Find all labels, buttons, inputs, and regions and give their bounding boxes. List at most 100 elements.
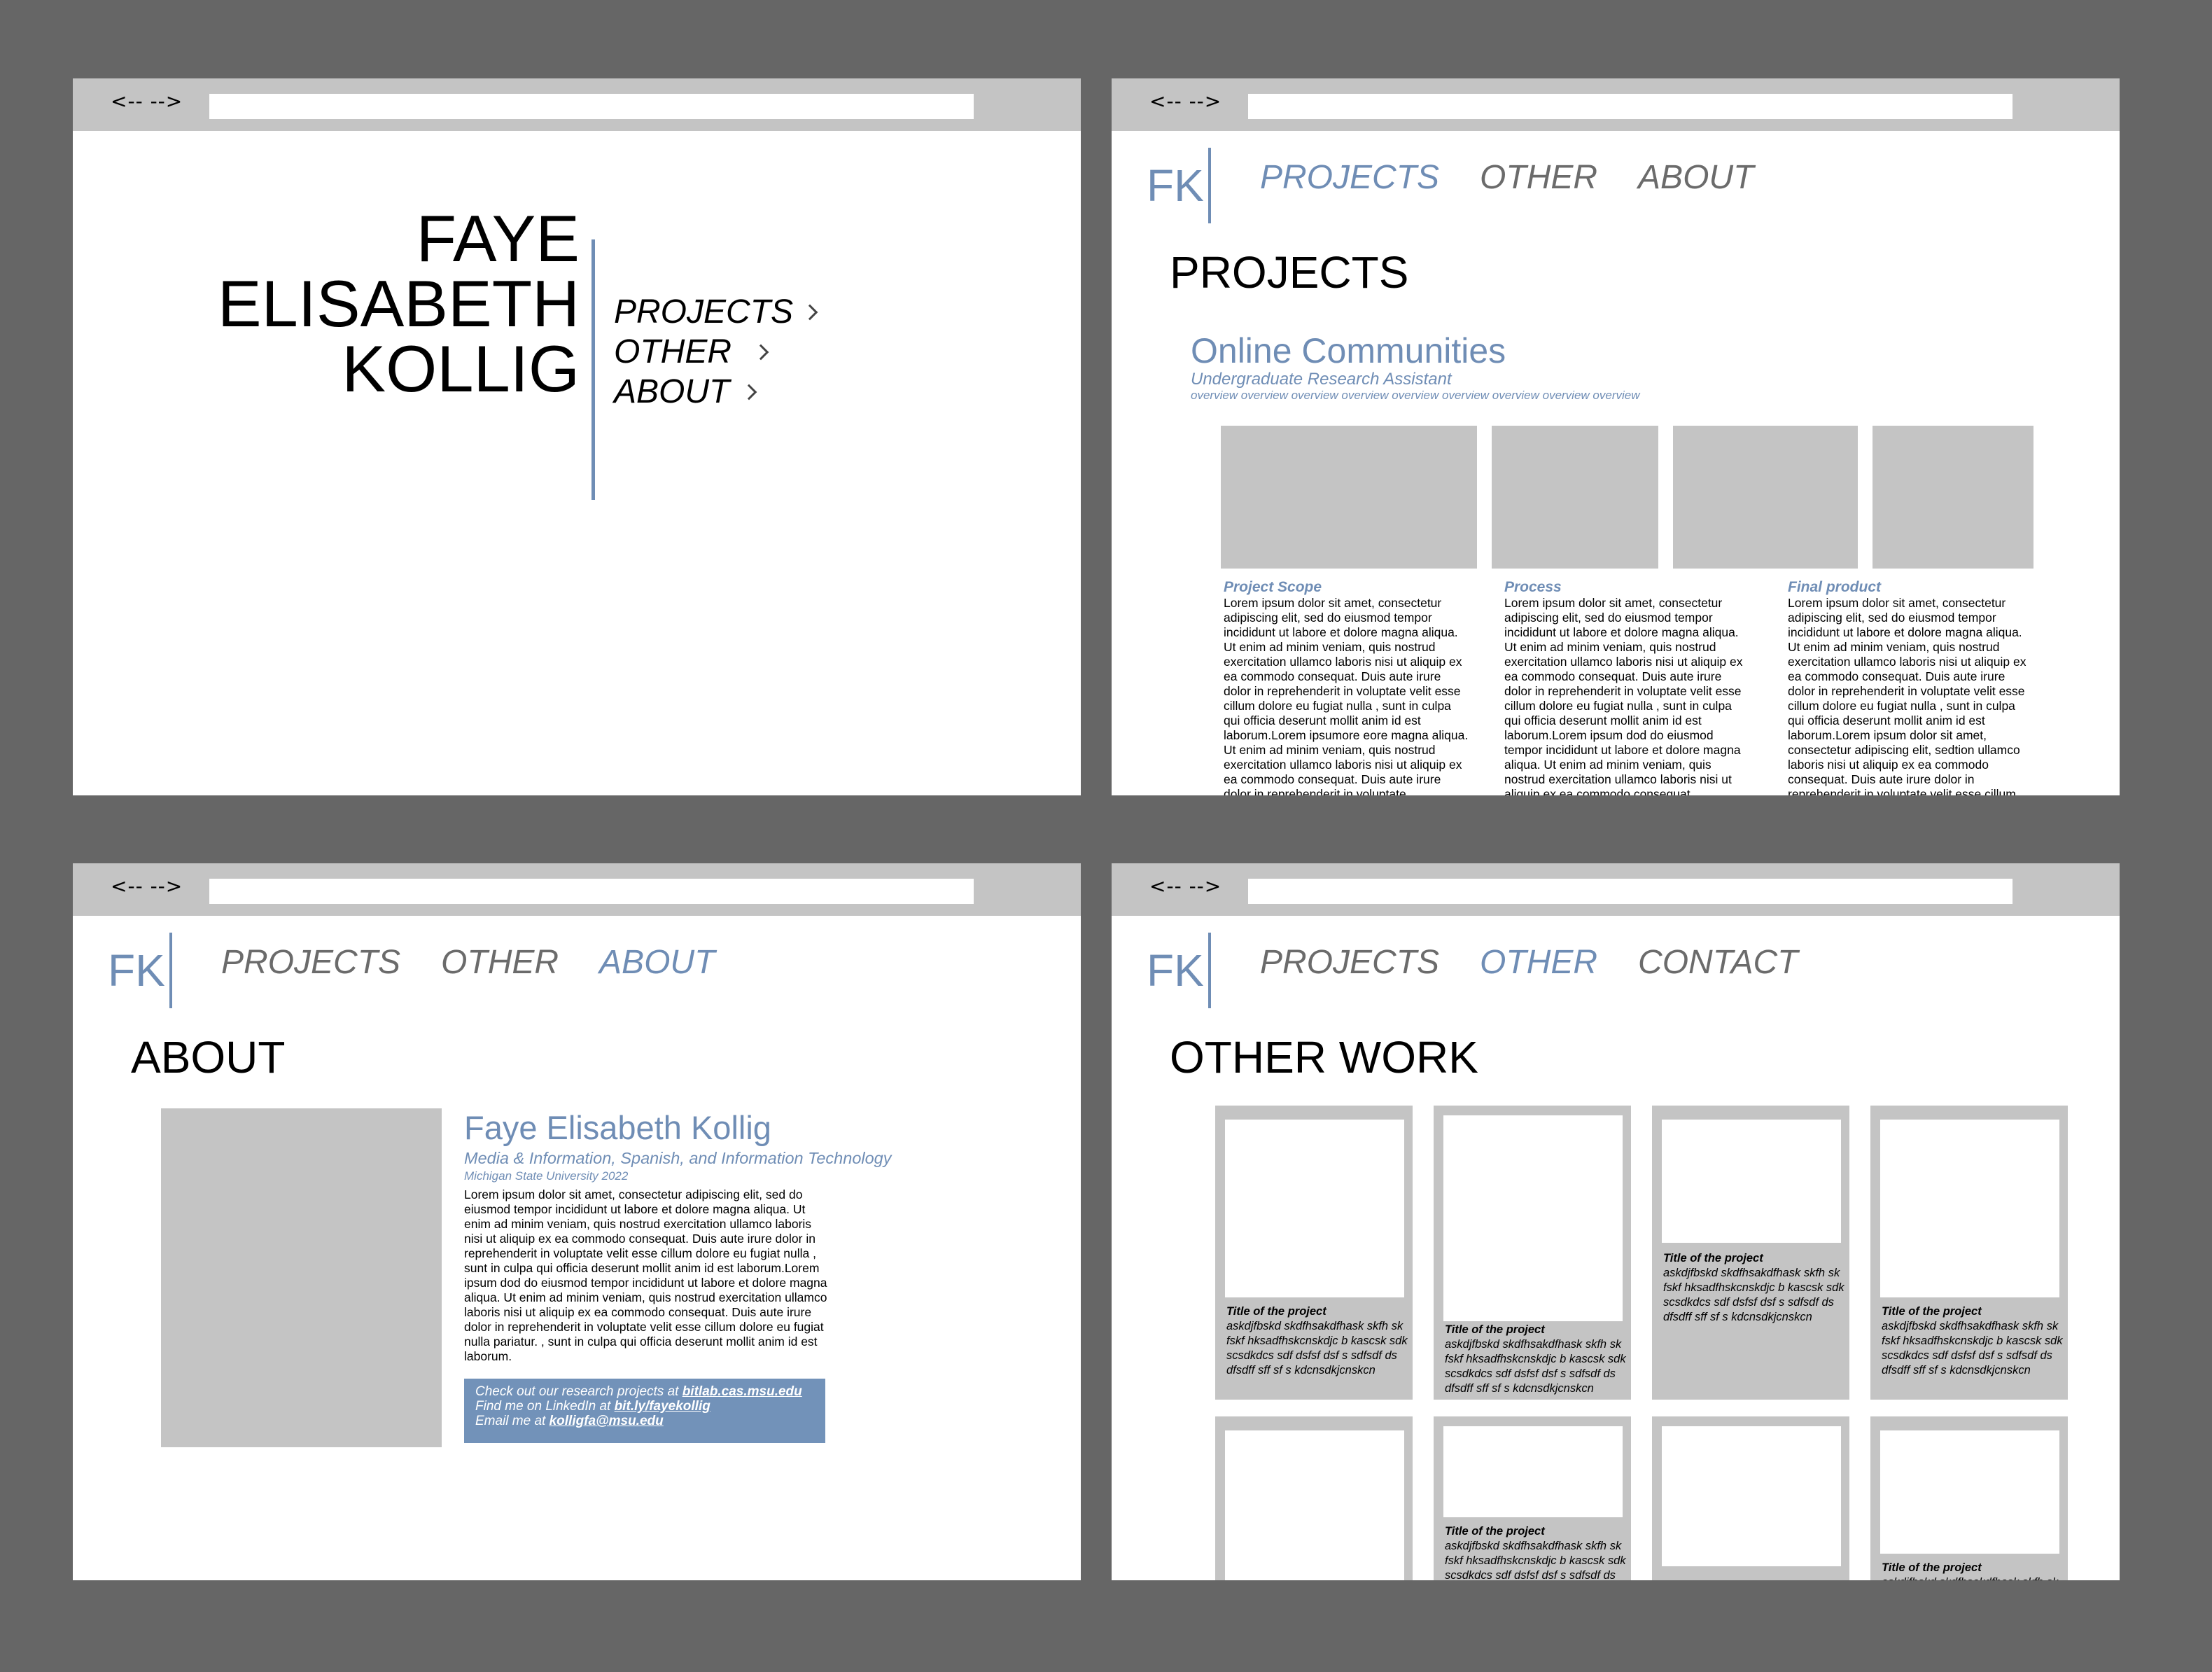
hero-nav-about[interactable]: ABOUT xyxy=(614,372,816,412)
card-title: Title of the project xyxy=(1882,1305,1982,1318)
card-thumbnail xyxy=(1225,1120,1404,1297)
project-card[interactable]: Title of the project askdjfbskd skdfhsak… xyxy=(1870,1416,2068,1580)
final-product-section: Final product Lorem ipsum dolor sit amet… xyxy=(1788,579,2033,795)
hero-name: FAYE ELISABETH KOLLIG xyxy=(217,202,580,405)
browser-toolbar: <-- --> xyxy=(1112,863,2120,916)
project-card[interactable]: Title of the project askdjfbskd skdfhsak… xyxy=(1434,1106,1631,1400)
contact-box: Check out our research projects at bitla… xyxy=(464,1379,825,1443)
browser-toolbar: <-- --> xyxy=(1112,78,2120,131)
card-title: Title of the project xyxy=(1663,1252,1763,1265)
contact-label: Check out our research projects at xyxy=(475,1384,682,1399)
project-card[interactable] xyxy=(1652,1416,1849,1580)
landing-window: <-- --> FAYE ELISABETH KOLLIG PROJECTS O… xyxy=(73,78,1081,795)
profile-name: Faye Elisabeth Kollig xyxy=(464,1109,771,1146)
back-forward-arrows[interactable]: <-- --> xyxy=(111,90,183,113)
fk-logo[interactable]: FK xyxy=(1147,932,1211,1008)
nav-about[interactable]: ABOUT xyxy=(1638,158,1754,197)
project-image xyxy=(1492,426,1658,569)
hero-nav-other[interactable]: OTHER xyxy=(614,332,816,372)
linkedin-link[interactable]: bit.ly/fayekollig xyxy=(615,1399,710,1414)
back-forward-arrows[interactable]: <-- --> xyxy=(1149,90,1222,113)
project-card[interactable]: Title of the project askdjfbskd skdfhsak… xyxy=(1652,1106,1849,1400)
nav-projects[interactable]: PROJECTS xyxy=(1260,158,1439,197)
projects-window: <-- --> FK PROJECTS OTHER ABOUT PROJECTS… xyxy=(1112,78,2120,795)
card-desc: askdjfbskd skdfhsakdfhask skfh sk fskf h… xyxy=(1882,1575,2064,1580)
address-bar[interactable] xyxy=(209,879,974,904)
card-desc: askdjfbskd skdfhsakdfhask skfh sk fskf h… xyxy=(1445,1338,1626,1395)
back-forward-arrows[interactable]: <-- --> xyxy=(1149,875,1222,898)
project-scope-section: Project Scope Lorem ipsum dolor sit amet… xyxy=(1224,579,1469,795)
logo-divider xyxy=(1208,932,1211,1008)
nav-about[interactable]: ABOUT xyxy=(599,943,715,982)
about-window: <-- --> FK PROJECTS OTHER ABOUT ABOUT Fa… xyxy=(73,863,1081,1580)
profile-major: Media & Information, Spanish, and Inform… xyxy=(464,1149,892,1167)
card-thumbnail xyxy=(1225,1430,1404,1580)
browser-toolbar: <-- --> xyxy=(73,78,1081,131)
address-bar[interactable] xyxy=(1248,879,2012,904)
section-text: Lorem ipsum dolor sit amet, consectetur … xyxy=(1504,596,1743,795)
linkedin-line: Find me on LinkedIn at bit.ly/fayekollig xyxy=(475,1399,814,1414)
hero-name-line: KOLLIG xyxy=(342,332,580,405)
process-section: Process Lorem ipsum dolor sit amet, cons… xyxy=(1504,579,1749,795)
section-heading: Final product xyxy=(1788,579,1881,595)
top-nav: PROJECTS OTHER ABOUT xyxy=(221,943,715,982)
card-thumbnail xyxy=(1880,1120,2059,1297)
profile-school: Michigan State University 2022 xyxy=(464,1169,629,1183)
card-desc: askdjfbskd skdfhsakdfhask skfh sk fskf h… xyxy=(1445,1540,1626,1580)
card-title: Title of the project xyxy=(1226,1305,1326,1318)
logo-divider xyxy=(1208,147,1211,223)
hero-name-line: FAYE xyxy=(416,202,580,275)
back-forward-arrows[interactable]: <-- --> xyxy=(111,875,183,898)
card-desc: askdjfbskd skdfhsakdfhask skfh sk fskf h… xyxy=(1663,1267,1844,1323)
nav-projects[interactable]: PROJECTS xyxy=(1260,943,1439,982)
card-caption: Title of the project askdjfbskd skdfhsak… xyxy=(1226,1304,1408,1378)
card-caption: Title of the project askdjfbskd skdfhsak… xyxy=(1882,1561,2064,1580)
address-bar[interactable] xyxy=(209,94,974,119)
nav-other[interactable]: OTHER xyxy=(1480,943,1597,982)
nav-other[interactable]: OTHER xyxy=(1480,158,1597,197)
address-bar[interactable] xyxy=(1248,94,2012,119)
top-nav: PROJECTS OTHER CONTACT xyxy=(1260,943,1798,982)
nav-contact[interactable]: CONTACT xyxy=(1638,943,1798,982)
card-desc: askdjfbskd skdfhsakdfhask skfh sk fskf h… xyxy=(1226,1320,1408,1377)
card-thumbnail xyxy=(1662,1120,1841,1243)
project-title[interactable]: Online Communities xyxy=(1191,330,1506,371)
card-title: Title of the project xyxy=(1445,1525,1545,1538)
contact-label: Find me on LinkedIn at xyxy=(475,1399,615,1414)
page-title: ABOUT xyxy=(131,1032,286,1082)
hero-nav-projects[interactable]: PROJECTS xyxy=(614,292,818,332)
email-line: Email me at kolligfa@msu.edu xyxy=(475,1414,814,1428)
section-heading: Process xyxy=(1504,579,1562,595)
project-card[interactable]: Title of the project askdjfbskd skdfhsak… xyxy=(1215,1106,1413,1400)
email-link[interactable]: kolligfa@msu.edu xyxy=(550,1414,664,1428)
other-work-window: <-- --> FK PROJECTS OTHER CONTACT OTHER … xyxy=(1112,863,2120,1580)
card-title: Title of the project xyxy=(1882,1561,1982,1574)
fk-logo[interactable]: FK xyxy=(108,932,172,1008)
card-caption: Title of the project askdjfbskd skdfhsak… xyxy=(1445,1323,1627,1396)
fk-logo[interactable]: FK xyxy=(1147,147,1211,223)
project-card[interactable]: Title of the project askdjfbskd skdfhsak… xyxy=(1870,1106,2068,1400)
nav-projects[interactable]: PROJECTS xyxy=(221,943,400,982)
top-nav: PROJECTS OTHER ABOUT xyxy=(1260,158,1754,197)
hero-divider xyxy=(592,239,595,500)
contact-label: Email me at xyxy=(475,1414,550,1428)
project-card[interactable]: Title of the project askdjfbskd skdfhsak… xyxy=(1434,1416,1631,1580)
nav-other[interactable]: OTHER xyxy=(441,943,559,982)
project-image xyxy=(1872,426,2033,569)
project-role: Undergraduate Research Assistant xyxy=(1191,370,1452,389)
section-heading: Project Scope xyxy=(1224,579,1322,595)
project-overview: overview overview overview overview over… xyxy=(1191,389,1640,402)
project-card[interactable] xyxy=(1215,1416,1413,1580)
profile-bio: Lorem ipsum dolor sit amet, consectetur … xyxy=(464,1187,827,1363)
chevron-right-icon xyxy=(741,384,757,400)
research-link[interactable]: bitlab.cas.msu.edu xyxy=(682,1384,802,1399)
card-thumbnail xyxy=(1662,1426,1841,1566)
card-caption: Title of the project askdjfbskd skdfhsak… xyxy=(1663,1251,1845,1325)
hero-name-line: ELISABETH xyxy=(217,267,580,340)
card-thumbnail xyxy=(1443,1426,1623,1517)
project-image xyxy=(1221,426,1477,569)
card-desc: askdjfbskd skdfhsakdfhask skfh sk fskf h… xyxy=(1882,1320,2063,1377)
chevron-right-icon xyxy=(752,344,769,360)
card-thumbnail xyxy=(1880,1430,2059,1554)
hero-nav-label: ABOUT xyxy=(614,373,730,410)
